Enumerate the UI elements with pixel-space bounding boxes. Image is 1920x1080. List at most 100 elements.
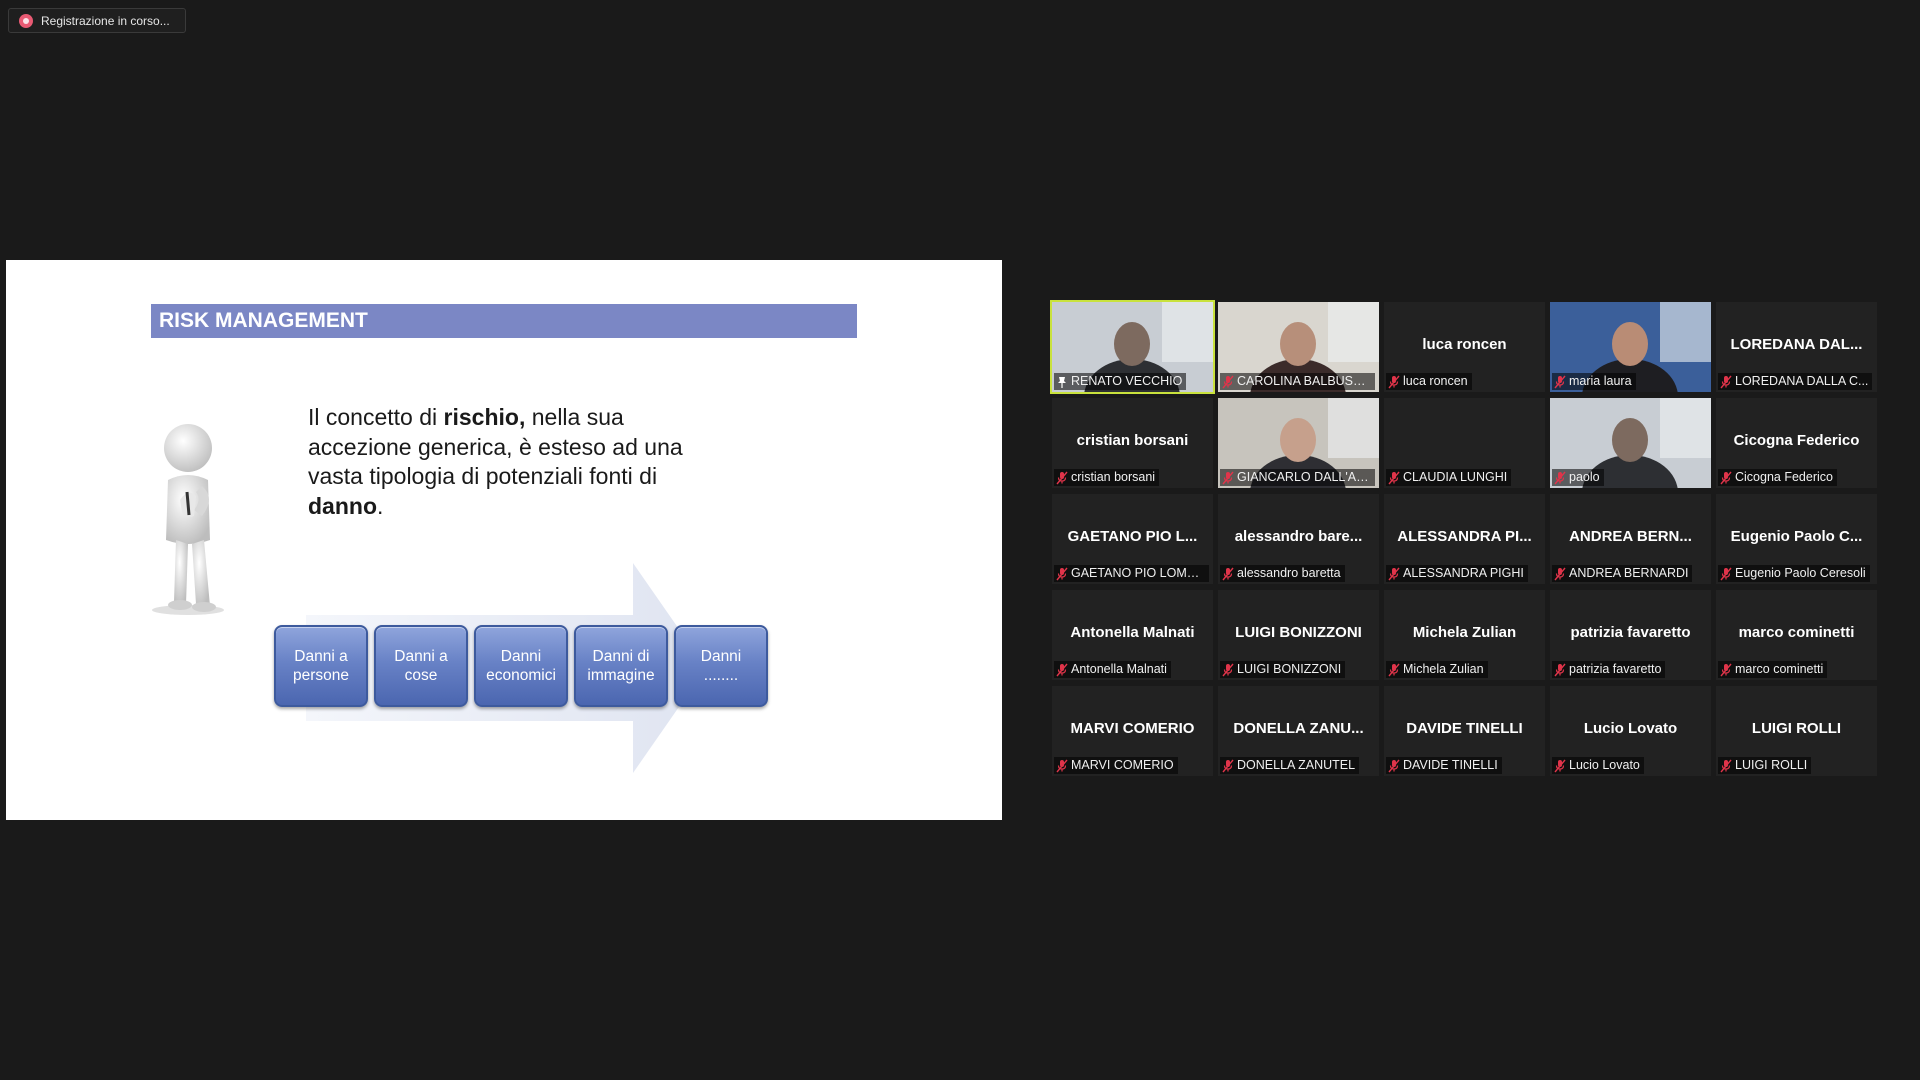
participant-label-text: patrizia favaretto <box>1569 662 1662 676</box>
participant-label-text: maria laura <box>1569 374 1632 388</box>
participant-name-label: cristian borsani <box>1054 469 1160 486</box>
participant-tile[interactable]: maria laura <box>1550 302 1711 392</box>
participant-tile[interactable]: GAETANO PIO L... GAETANO PIO LOMB... <box>1052 494 1213 584</box>
mic-muted-icon <box>1554 567 1566 580</box>
recording-indicator[interactable]: Registrazione in corso... <box>8 8 186 33</box>
participant-name-label: LUIGI ROLLI <box>1718 757 1812 774</box>
participant-label-text: DAVIDE TINELLI <box>1403 758 1498 772</box>
participant-display-name: Lucio Lovato <box>1583 720 1678 737</box>
participant-name-label: Eugenio Paolo Ceresoli <box>1718 565 1870 582</box>
participant-display-name: marco cominetti <box>1738 624 1855 641</box>
participant-label-text: LUIGI BONIZZONI <box>1237 662 1342 676</box>
participant-label-text: marco cominetti <box>1735 662 1824 676</box>
participant-label-text: Michela Zulian <box>1403 662 1484 676</box>
participant-tile[interactable]: ALESSANDRA PI... ALESSANDRA PIGHI <box>1384 494 1545 584</box>
box-danni-economici: Danni economici <box>474 625 568 707</box>
participant-label-text: CLAUDIA LUNGHI <box>1403 470 1508 484</box>
slide-body-text: Il concetto di rischio, nella sua accezi… <box>308 404 683 519</box>
participant-tile[interactable]: DONELLA ZANU... DONELLA ZANUTEL <box>1218 686 1379 776</box>
shared-screen-slide: RISK MANAGEMENT Il concetto di rischio, … <box>6 260 1002 820</box>
participant-tile[interactable]: cristian borsani cristian borsani <box>1052 398 1213 488</box>
participant-display-name: luca roncen <box>1422 336 1507 353</box>
participant-display-name: ANDREA BERN... <box>1569 528 1692 545</box>
participant-tile[interactable]: alessandro bare... alessandro baretta <box>1218 494 1379 584</box>
mic-muted-icon <box>1554 375 1566 388</box>
participant-tile[interactable]: GIANCARLO DALL'ARA <box>1218 398 1379 488</box>
mic-muted-icon <box>1720 375 1732 388</box>
mic-muted-icon <box>1222 375 1234 388</box>
participant-label-text: Lucio Lovato <box>1569 758 1640 772</box>
mic-muted-icon <box>1720 567 1732 580</box>
participant-name-label: CLAUDIA LUNGHI <box>1386 469 1512 486</box>
participant-name-label: Antonella Malnati <box>1054 661 1171 678</box>
participant-display-name: Cicogna Federico <box>1733 432 1860 449</box>
participant-name-label: Cicogna Federico <box>1718 469 1837 486</box>
box-danni-altro: Danni........ <box>674 625 768 707</box>
mic-muted-icon <box>1222 471 1234 484</box>
participant-tile[interactable]: LOREDANA DAL... LOREDANA DALLA C... <box>1716 302 1877 392</box>
mic-muted-icon <box>1388 567 1400 580</box>
participant-name-label: ANDREA BERNARDI <box>1552 565 1693 582</box>
participant-tile[interactable]: MARVI COMERIO MARVI COMERIO <box>1052 686 1213 776</box>
participant-tile[interactable]: RENATO VECCHIO <box>1050 300 1215 394</box>
mic-muted-icon <box>1720 663 1732 676</box>
participant-tile[interactable]: CLAUDIA LUNGHI <box>1384 398 1545 488</box>
mic-muted-icon <box>1388 375 1400 388</box>
participant-label-text: Antonella Malnati <box>1071 662 1167 676</box>
participant-name-label: Michela Zulian <box>1386 661 1488 678</box>
recording-label: Registrazione in corso... <box>41 13 170 28</box>
thinking-figure-illustration <box>152 424 224 615</box>
participant-display-name: LUIGI ROLLI <box>1751 720 1842 737</box>
participant-display-name: GAETANO PIO L... <box>1067 528 1198 545</box>
participant-name-label: GIANCARLO DALL'ARA <box>1220 469 1375 486</box>
mic-muted-icon <box>1056 567 1068 580</box>
participant-tile[interactable]: Cicogna Federico Cicogna Federico <box>1716 398 1877 488</box>
participant-tile[interactable]: Michela Zulian Michela Zulian <box>1384 590 1545 680</box>
participant-label-text: luca roncen <box>1403 374 1468 388</box>
participant-name-label: DAVIDE TINELLI <box>1386 757 1502 774</box>
participant-tile[interactable]: LUIGI ROLLI LUIGI ROLLI <box>1716 686 1877 776</box>
participant-label-text: Eugenio Paolo Ceresoli <box>1735 566 1866 580</box>
participant-tile[interactable]: LUIGI BONIZZONI LUIGI BONIZZONI <box>1218 590 1379 680</box>
slide-title: RISK MANAGEMENT <box>151 304 857 338</box>
participant-tile[interactable]: Antonella Malnati Antonella Malnati <box>1052 590 1213 680</box>
participant-display-name: Michela Zulian <box>1412 624 1517 641</box>
mic-muted-icon <box>1056 663 1068 676</box>
damage-types-list: Danni a persone Danni a cose Danni economic… <box>274 625 768 707</box>
mic-muted-icon <box>1720 471 1732 484</box>
participant-tile[interactable]: DAVIDE TINELLI DAVIDE TINELLI <box>1384 686 1545 776</box>
participant-display-name: alessandro bare... <box>1234 528 1363 545</box>
participant-display-name: ALESSANDRA PI... <box>1397 528 1532 545</box>
participant-tile[interactable]: marco cominetti marco cominetti <box>1716 590 1877 680</box>
participant-label-text: cristian borsani <box>1071 470 1156 484</box>
participant-tile[interactable]: CAROLINA BALBUSSO <box>1218 302 1379 392</box>
participant-display-name: patrizia favaretto <box>1570 624 1691 641</box>
participant-tile[interactable]: Lucio Lovato Lucio Lovato <box>1550 686 1711 776</box>
participant-tile[interactable]: ANDREA BERN... ANDREA BERNARDI <box>1550 494 1711 584</box>
participant-tile[interactable]: luca roncen luca roncen <box>1384 302 1545 392</box>
participant-name-label: alessandro baretta <box>1220 565 1345 582</box>
participant-label-text: GIANCARLO DALL'ARA <box>1237 470 1371 484</box>
participant-tile[interactable]: patrizia favaretto patrizia favaretto <box>1550 590 1711 680</box>
participant-tile[interactable]: Eugenio Paolo C... Eugenio Paolo Ceresoli <box>1716 494 1877 584</box>
participant-name-label: marco cominetti <box>1718 661 1828 678</box>
mic-muted-icon <box>1388 663 1400 676</box>
participant-display-name: LOREDANA DAL... <box>1730 336 1863 353</box>
participant-display-name: cristian borsani <box>1076 432 1189 449</box>
participant-name-label: LUIGI BONIZZONI <box>1220 661 1346 678</box>
participant-label-text: MARVI COMERIO <box>1071 758 1174 772</box>
participant-tile[interactable]: paolo <box>1550 398 1711 488</box>
participant-label-text: Cicogna Federico <box>1735 470 1833 484</box>
participant-name-label: paolo <box>1552 469 1604 486</box>
participant-name-label: Lucio Lovato <box>1552 757 1644 774</box>
box-danni-persone: Danni a persone <box>274 625 368 707</box>
mic-muted-icon <box>1554 663 1566 676</box>
participant-label-text: DONELLA ZANUTEL <box>1237 758 1356 772</box>
mic-muted-icon <box>1222 567 1234 580</box>
mic-muted-icon <box>1222 759 1234 772</box>
participant-display-name: Antonella Malnati <box>1070 624 1195 641</box>
participant-label-text: GAETANO PIO LOMB... <box>1071 566 1205 580</box>
mic-muted-icon <box>1056 471 1068 484</box>
participant-name-label: RENATO VECCHIO <box>1054 373 1187 390</box>
participant-name-label: patrizia favaretto <box>1552 661 1666 678</box>
